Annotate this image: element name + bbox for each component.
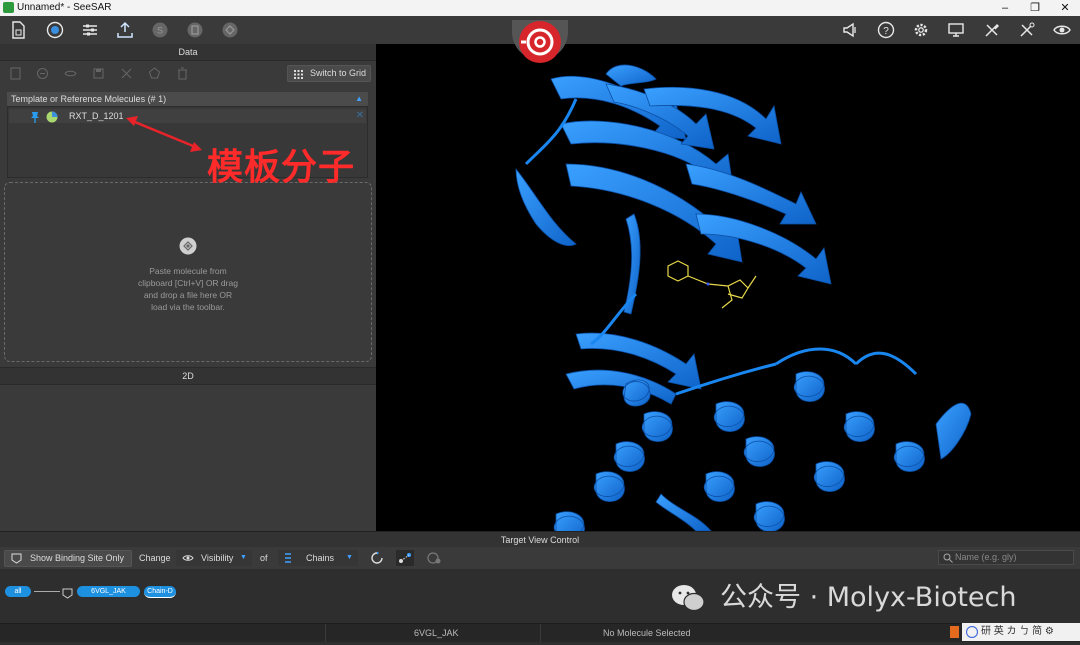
window-title-bar: Unnamed* - SeeSAR – ❐ ✕: [0, 0, 1080, 16]
drop-line-4: load via the toolbar.: [151, 302, 225, 312]
status-bar: 6VGL_JAK No Molecule Selected: [0, 623, 1080, 642]
protein-editor-icon[interactable]: [79, 19, 101, 41]
minimize-button[interactable]: –: [990, 0, 1020, 16]
search-icon: [943, 553, 953, 563]
target-view-control-bar: Show Binding Site Only Change Visibility…: [0, 547, 1080, 569]
ime-logo-icon: [965, 625, 979, 639]
switch-to-grid-label: Switch to Grid: [310, 68, 367, 78]
split-icon[interactable]: [118, 65, 134, 81]
upload-icon[interactable]: [114, 19, 136, 41]
target-view-control-header: Target View Control: [0, 531, 1080, 548]
tools-icon[interactable]: [981, 19, 1003, 41]
molecule-drop-zone[interactable]: Paste molecule from clipboard [Ctrl+V] O…: [4, 182, 372, 362]
chains-value: Chains: [306, 553, 335, 563]
status-molecule: No Molecule Selected: [603, 628, 691, 638]
help-icon[interactable]: ?: [875, 19, 897, 41]
calculator-icon[interactable]: [7, 65, 23, 81]
window-title: Unnamed* - SeeSAR: [17, 2, 112, 13]
remove-molecule-icon[interactable]: ✕: [356, 109, 364, 123]
collapse-up-icon[interactable]: ▲: [355, 92, 363, 106]
protein-icon: [62, 586, 73, 599]
search-placeholder: Name (e.g. gly): [955, 552, 1017, 562]
svg-text:?: ?: [883, 26, 889, 37]
surface-settings-icon[interactable]: [426, 551, 442, 565]
remove-circle-icon[interactable]: [34, 65, 50, 81]
status-protein: 6VGL_JAK: [414, 628, 459, 638]
seesar-app-icon: [3, 2, 14, 13]
section-2d-header[interactable]: 2D: [0, 367, 376, 385]
drop-instructions: Paste molecule from clipboard [Ctrl+V] O…: [5, 265, 371, 313]
all-chains-pill[interactable]: all: [5, 586, 31, 597]
of-label: of: [260, 553, 268, 563]
molecule-type-icon: [46, 110, 58, 123]
residue-name-search-input[interactable]: Name (e.g. gly): [938, 550, 1074, 565]
protein-pill[interactable]: 6VGL_JAK: [77, 586, 140, 597]
visibility-icon[interactable]: [62, 65, 78, 81]
binding-site-icon: [11, 553, 22, 564]
analyzer-mode-icon[interactable]: [44, 19, 66, 41]
pin-icon[interactable]: [29, 110, 41, 123]
chain-d-pill[interactable]: Chain-D: [144, 586, 176, 598]
visibility-dropdown[interactable]: Visibility ▼: [176, 550, 252, 566]
connect-icon[interactable]: [396, 550, 414, 566]
paste-molecule-icon: [179, 237, 197, 255]
chains-icon: [283, 552, 293, 564]
grid-icon: [294, 69, 303, 79]
settings-icon[interactable]: [910, 19, 932, 41]
watermark-text: 公众号 · Molyx-Biotech: [720, 582, 1017, 613]
wechat-logo-icon: [672, 585, 705, 612]
3d-protein-viewer[interactable]: [376, 44, 1080, 531]
save-icon[interactable]: [90, 65, 106, 81]
ime-status-text: 研 英 カ ㄅ 简 ⚙: [981, 626, 1054, 637]
molecule-name: RXT_D_1201: [69, 111, 124, 121]
inspirator-icon[interactable]: [184, 19, 206, 41]
template-molecule-annotation: 模板分子: [207, 147, 356, 188]
notification-icon: [950, 626, 959, 638]
s-mode-icon[interactable]: S: [149, 19, 171, 41]
show-binding-site-button[interactable]: Show Binding Site Only: [4, 550, 132, 567]
template-molecules-header[interactable]: Template or Reference Molecules (# 1) ▲: [7, 92, 368, 106]
visibility-eye-icon: [182, 552, 194, 564]
close-button[interactable]: ✕: [1050, 0, 1080, 16]
switch-to-grid-button[interactable]: Switch to Grid: [287, 65, 371, 82]
trash-icon[interactable]: [174, 65, 190, 81]
data-panel-header: Data: [0, 44, 376, 61]
ime-toolbar[interactable]: 研 英 カ ㄅ 简 ⚙: [962, 623, 1080, 641]
refresh-icon[interactable]: [370, 551, 384, 565]
badge-icon[interactable]: [146, 65, 162, 81]
drop-line-1: Paste molecule from: [149, 266, 227, 276]
chains-dropdown[interactable]: Chains ▼: [278, 550, 358, 566]
protein-ribbon-structure: [515, 64, 972, 531]
annotation-arrow: [126, 116, 202, 152]
seesar-logo-icon[interactable]: [512, 20, 568, 70]
drop-line-2: clipboard [Ctrl+V] OR drag: [138, 278, 238, 288]
svg-text:S: S: [157, 26, 163, 36]
tree-connector: [34, 591, 60, 592]
screen-icon[interactable]: [945, 19, 967, 41]
change-label: Change: [139, 553, 171, 563]
show-binding-site-label: Show Binding Site Only: [30, 553, 125, 563]
status-divider: [540, 624, 541, 642]
template-header-label: Template or Reference Molecules (# 1): [11, 94, 167, 104]
visibility-value: Visibility: [201, 553, 234, 563]
status-divider: [325, 624, 326, 642]
tools-alt-icon[interactable]: [1016, 19, 1038, 41]
docking-icon[interactable]: [219, 19, 241, 41]
drop-line-3: and drop a file here OR: [143, 290, 233, 300]
announcement-icon[interactable]: [839, 19, 861, 41]
maximize-button[interactable]: ❐: [1020, 0, 1050, 16]
new-file-icon[interactable]: [7, 19, 29, 41]
dropdown-arrow-icon: ▼: [240, 554, 247, 561]
dropdown-arrow-icon: ▼: [346, 554, 353, 561]
eye-icon[interactable]: [1051, 19, 1073, 41]
